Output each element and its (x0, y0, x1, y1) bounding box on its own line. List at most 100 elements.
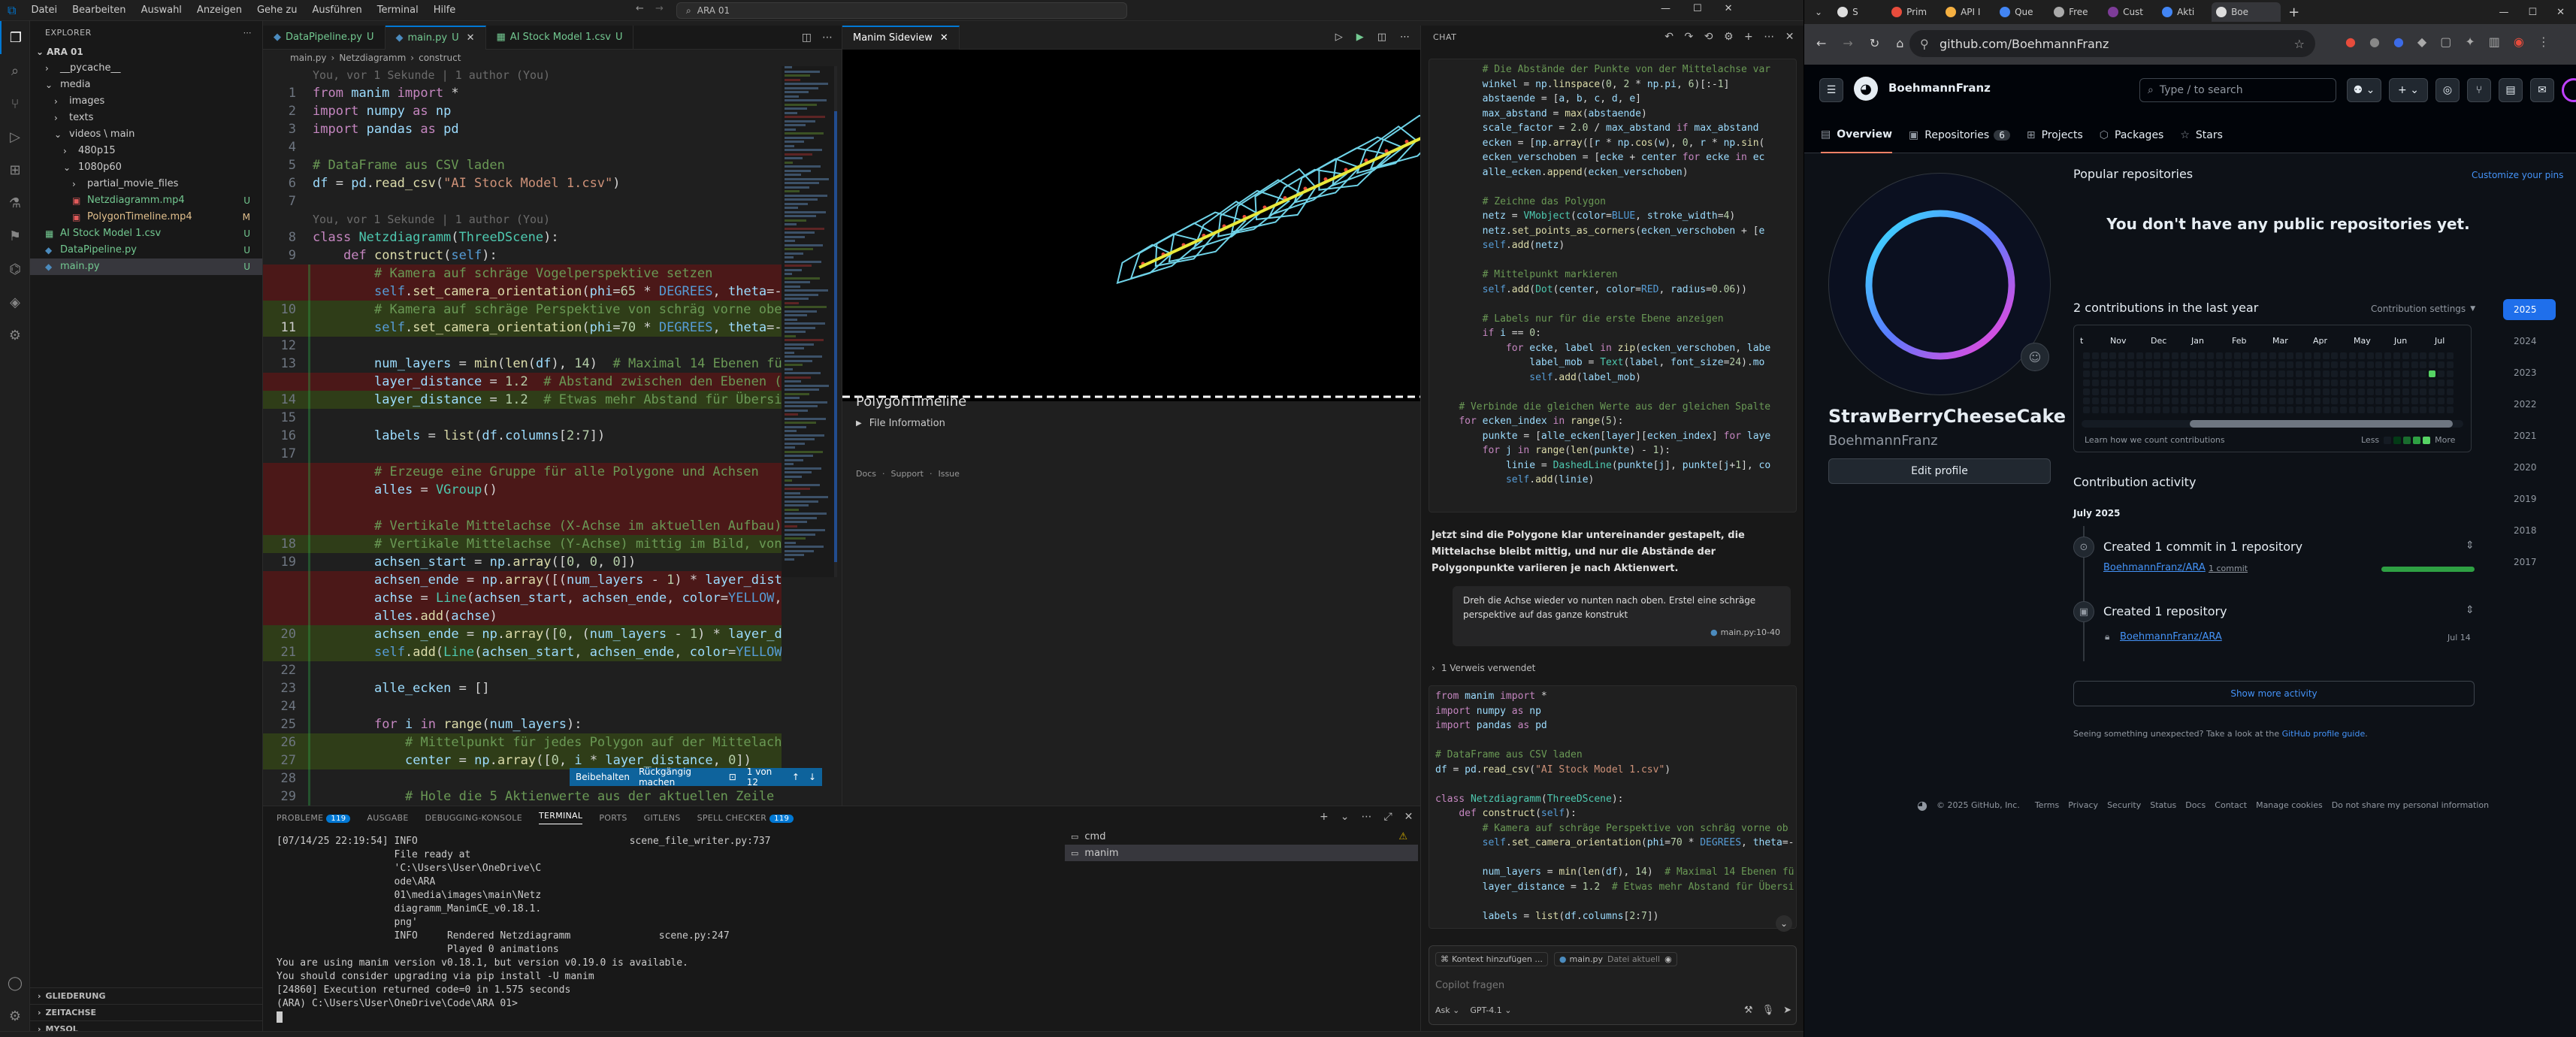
contribution-cell[interactable] (2118, 388, 2126, 395)
contribution-cell[interactable] (2172, 388, 2178, 395)
extension-icon[interactable]: ● (2345, 35, 2356, 49)
contribution-cell[interactable] (2091, 398, 2099, 404)
minimize-icon[interactable]: — (2499, 7, 2508, 18)
sidebar-section-timeline[interactable]: › ZEITACHSE (30, 1004, 263, 1020)
command-center[interactable]: ⌕ ARA 01 (676, 2, 1127, 19)
profile-nav-item[interactable]: ▤ Overview (1821, 117, 1893, 153)
explorer-item[interactable]: ▣ PolygonTimeline.mp4 M (30, 209, 262, 225)
contribution-cell[interactable] (2402, 352, 2409, 359)
contribution-cell[interactable] (2313, 352, 2321, 359)
code-line[interactable]: # Erzeuge eine Gruppe für alle Polygone … (263, 463, 782, 481)
contribution-cell[interactable] (2375, 352, 2383, 359)
contribution-cell[interactable] (2198, 352, 2206, 359)
explorer-item[interactable]: › 480p15 (30, 143, 262, 159)
contribution-cell[interactable] (2136, 361, 2143, 368)
avatar[interactable] (2562, 78, 2576, 102)
contribution-cell[interactable] (2357, 361, 2365, 368)
address-bar[interactable]: ⚲ github.com/BoehmannFranz ☆ (1909, 30, 2315, 57)
contribution-cell[interactable] (2233, 407, 2241, 413)
contribution-cell[interactable] (2402, 398, 2409, 404)
contribution-cell[interactable] (2446, 379, 2454, 386)
contribution-cell[interactable] (2127, 370, 2134, 377)
contribution-cell[interactable] (2287, 352, 2294, 359)
code-line[interactable]: 3 import pandas as pd (263, 120, 782, 138)
profile-guide-link[interactable]: GitHub profile guide (2282, 729, 2366, 739)
contribution-cell[interactable] (2109, 379, 2117, 386)
pull-requests-button[interactable]: ⑂ (2467, 78, 2491, 102)
contribution-cell[interactable] (2375, 407, 2383, 413)
extension-icon[interactable]: ● (2393, 35, 2404, 49)
show-more-activity-button[interactable]: Show more activity (2073, 681, 2475, 706)
panel-tab[interactable]: TERMINAL (538, 811, 583, 824)
explorer-root[interactable]: ⌄ ARA 01 (30, 44, 262, 60)
contribution-cell[interactable] (2083, 388, 2090, 395)
close-icon[interactable]: ✕ (467, 32, 475, 44)
contribution-cell[interactable] (2375, 361, 2383, 368)
contribution-cell[interactable] (2145, 379, 2152, 386)
docs-link[interactable]: Docs (856, 469, 876, 479)
contribution-cell[interactable] (2322, 388, 2330, 395)
code-line[interactable]: 6 df = pd.read_csv("AI Stock Model 1.csv"… (263, 174, 782, 192)
contribution-cell[interactable] (2366, 407, 2374, 413)
contribution-cell[interactable] (2109, 352, 2117, 359)
new-terminal-icon[interactable]: + (1320, 811, 1329, 823)
contribution-cell[interactable] (2224, 379, 2232, 386)
arrow-down-icon[interactable]: ↓ (809, 772, 816, 782)
contribution-cell[interactable] (2180, 398, 2187, 404)
year-button[interactable]: 2017 (2503, 552, 2556, 573)
contribution-cell[interactable] (2429, 361, 2436, 368)
menu-item-5[interactable]: Ausführen (305, 5, 370, 16)
contribution-cell[interactable] (2393, 361, 2400, 368)
maximize-icon[interactable]: ☐ (2528, 7, 2537, 18)
explorer-item[interactable]: ◆ main.py U (30, 258, 262, 275)
contribution-cell[interactable] (2296, 398, 2303, 404)
code-line[interactable]: You, vor 1 Sekunde | 1 author (You) (263, 210, 782, 228)
contribution-cell[interactable] (2118, 407, 2126, 413)
contribution-cell[interactable] (2411, 352, 2418, 359)
contribution-settings-button[interactable]: Contribution settings ▼ (2371, 304, 2475, 314)
contribution-cell[interactable] (2384, 370, 2392, 377)
contribution-cell[interactable] (2429, 379, 2436, 386)
contribution-cell[interactable] (2331, 370, 2339, 377)
contribution-cell[interactable] (2375, 370, 2383, 377)
year-button[interactable]: 2023 (2503, 362, 2556, 383)
python-icon[interactable]: ⌬ (0, 252, 30, 286)
browser-tab[interactable]: Free (2049, 2, 2100, 22)
extension-icon[interactable]: ▢ (2440, 35, 2451, 49)
contribution-cell[interactable] (2375, 398, 2383, 404)
code-line[interactable]: alles = VGroup() (263, 481, 782, 499)
contribution-cell[interactable] (2224, 388, 2232, 395)
year-button[interactable]: 2024 (2503, 331, 2556, 352)
contribution-cell[interactable] (2305, 407, 2311, 413)
contribution-cell[interactable] (2269, 361, 2276, 368)
send-icon[interactable]: ➤ (1783, 1005, 1791, 1016)
edit-profile-button[interactable]: Edit profile (1828, 458, 2051, 484)
contribution-cell[interactable] (2180, 361, 2187, 368)
contribution-cell[interactable] (2224, 370, 2232, 377)
code-line[interactable]: 10 # Kamera auf schräge Perspektive von … (263, 301, 782, 319)
code-line[interactable]: 25 for i in range(num_layers): (263, 715, 782, 733)
contribution-cell[interactable] (2375, 388, 2383, 395)
code-line[interactable]: 23 alle_ecken = [] (263, 679, 782, 697)
contribution-cell[interactable] (2278, 370, 2285, 377)
editor-tab[interactable]: ◆ main.py U ✕ (385, 25, 486, 50)
contribution-cell[interactable] (2331, 352, 2339, 359)
play-icon[interactable]: ▷ (1335, 32, 1343, 43)
contribution-cell[interactable] (2411, 388, 2418, 395)
contribution-cell[interactable] (2198, 398, 2206, 404)
contribution-cell[interactable] (2242, 370, 2250, 377)
contribution-cell[interactable] (2278, 388, 2285, 395)
contribution-cell[interactable] (2411, 398, 2418, 404)
contribution-cell[interactable] (2429, 352, 2436, 359)
contribution-cell[interactable] (2136, 352, 2143, 359)
contribution-cell[interactable] (2349, 398, 2356, 404)
contribution-cell[interactable] (2366, 388, 2374, 395)
contribution-cell[interactable] (2216, 407, 2223, 413)
contribution-cell[interactable] (2438, 398, 2444, 404)
contribution-cell[interactable] (2420, 352, 2427, 359)
chat-code-block-top[interactable]: # Die Abstände der Punkte von der Mittel… (1429, 59, 1797, 512)
code-line[interactable]: You, vor 1 Sekunde | 1 author (You) (263, 66, 782, 84)
gitlens-icon[interactable]: ◈ (0, 286, 30, 319)
code-line[interactable]: 1 from manim import * (263, 84, 782, 102)
contribution-cell[interactable] (2207, 370, 2215, 377)
